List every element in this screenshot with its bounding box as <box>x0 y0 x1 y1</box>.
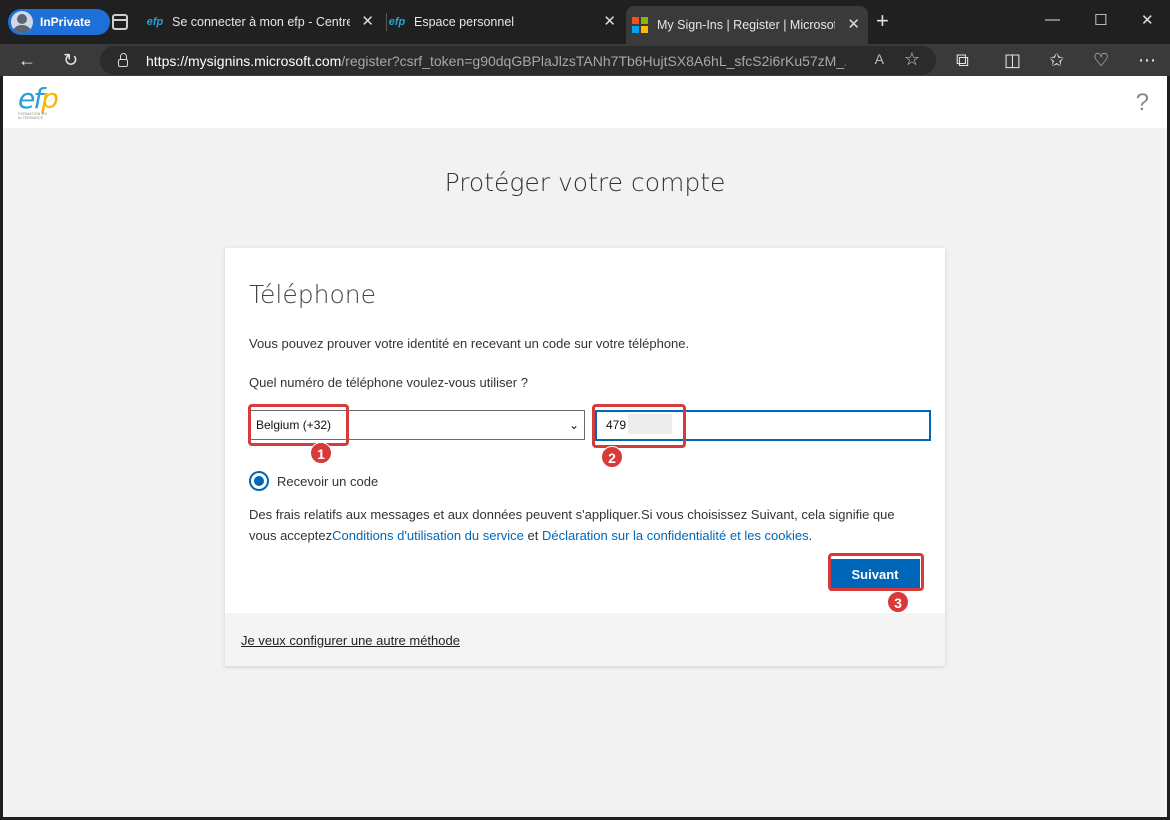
highlight-country-select <box>248 404 349 446</box>
tab-separator <box>386 13 387 31</box>
step-badge-2: 2 <box>601 446 623 468</box>
close-tab-icon[interactable]: ✕ <box>603 13 616 31</box>
profile-avatar-icon <box>11 11 33 33</box>
minimize-icon[interactable]: — <box>1045 11 1060 28</box>
tab-title: Se connecter à mon efp - Centre d <box>172 15 350 29</box>
maximize-icon[interactable]: ☐ <box>1094 11 1107 29</box>
microsoft-logo-icon <box>632 17 648 33</box>
logo-tagline: FORMATION EN ALTERNANCE <box>18 112 47 120</box>
extensions-icon[interactable]: ⧉ <box>956 51 969 69</box>
chevron-down-icon: ⌄ <box>568 418 579 432</box>
inprivate-label: InPrivate <box>40 15 91 29</box>
terms-link[interactable]: Conditions d'utilisation du service <box>332 528 524 543</box>
privacy-link[interactable]: Déclaration sur la confidentialité et le… <box>542 528 809 543</box>
intro-text: Vous pouvez prouver votre identité en re… <box>249 336 690 351</box>
disclaimer-text: Des frais relatifs aux messages et aux d… <box>249 507 895 543</box>
tab-my-sign-ins[interactable]: My Sign-Ins | Register | Microsoft ✕ <box>626 6 868 44</box>
efp-favicon-icon: efp <box>146 16 164 28</box>
split-screen-icon[interactable]: ◫ <box>1004 51 1021 69</box>
highlight-phone-input <box>592 404 686 448</box>
back-arrow-icon[interactable]: ← <box>18 51 36 69</box>
card-title: Téléphone <box>249 280 376 309</box>
close-tab-icon[interactable]: ✕ <box>361 13 374 31</box>
url-text: https://mysignins.microsoft.com/register… <box>146 52 846 69</box>
more-menu-icon[interactable]: ⋯ <box>1138 51 1156 69</box>
radio-selected-icon[interactable] <box>249 471 269 491</box>
efp-favicon-icon: efp <box>388 16 406 28</box>
efp-logo: efp FORMATION EN ALTERNANCE <box>18 82 64 122</box>
browser-toolbar: ← ↻ https://mysignins.microsoft.com/regi… <box>0 44 1170 76</box>
favorites-icon[interactable]: ✩ <box>1049 51 1064 69</box>
phone-question: Quel numéro de téléphone voulez-vous uti… <box>249 375 528 390</box>
card-footer: Je veux configurer une autre méthode <box>225 613 945 666</box>
radio-label: Recevoir un code <box>277 473 379 489</box>
read-aloud-icon[interactable]: A <box>875 51 884 67</box>
page-title: Protéger votre compte <box>444 168 726 197</box>
logo-text: efp <box>18 82 59 115</box>
page-viewport: efp FORMATION EN ALTERNANCE ? Protéger v… <box>3 76 1167 817</box>
alternate-method-link[interactable]: Je veux configurer une autre méthode <box>241 633 460 648</box>
page-header: efp FORMATION EN ALTERNANCE ? <box>3 76 1167 128</box>
tab-title: My Sign-Ins | Register | Microsoft <box>657 18 835 32</box>
phone-method-card: Téléphone Vous pouvez prouver votre iden… <box>225 248 945 666</box>
tab-actions-icon[interactable] <box>112 14 128 30</box>
help-icon[interactable]: ? <box>1136 89 1149 117</box>
browser-tab-bar: InPrivate efp Se connecter à mon efp - C… <box>0 0 1170 44</box>
close-tab-icon[interactable]: ✕ <box>847 16 860 34</box>
address-bar[interactable]: https://mysignins.microsoft.com/register… <box>100 46 936 75</box>
step-badge-3: 3 <box>887 591 909 613</box>
refresh-icon[interactable]: ↻ <box>63 51 78 69</box>
inprivate-profile-button[interactable]: InPrivate <box>8 9 110 35</box>
tab-espace-personnel[interactable]: efp Espace personnel ✕ <box>388 7 624 37</box>
highlight-next-button <box>828 553 924 591</box>
tab-title: Espace personnel <box>414 15 515 29</box>
browser-essentials-icon[interactable]: ♡ <box>1093 51 1109 69</box>
lock-icon <box>118 52 128 67</box>
close-window-icon[interactable]: ✕ <box>1141 11 1154 29</box>
new-tab-icon[interactable]: + <box>876 10 889 32</box>
tab-efp-login[interactable]: efp Se connecter à mon efp - Centre d ✕ <box>146 7 382 37</box>
favorite-star-icon[interactable]: ☆ <box>904 49 920 70</box>
receive-code-option[interactable]: Recevoir un code <box>249 471 378 491</box>
step-badge-1: 1 <box>310 442 332 464</box>
